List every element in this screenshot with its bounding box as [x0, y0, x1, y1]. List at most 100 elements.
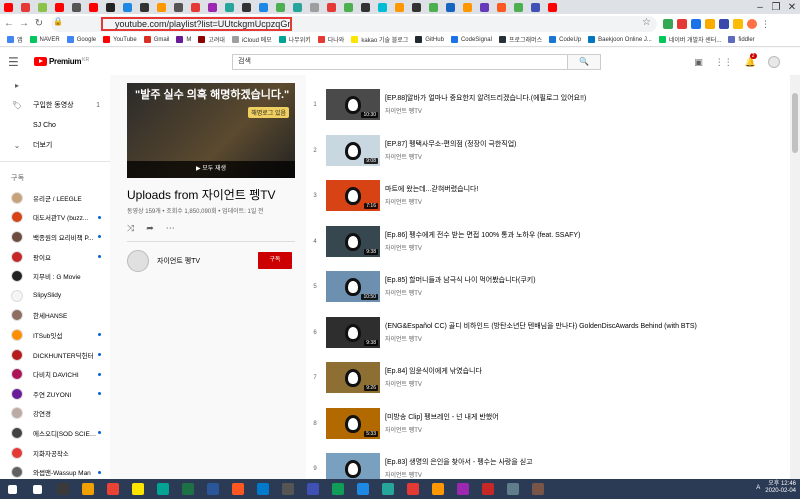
omnibox[interactable]: 🔒 youtube.com/playlist?list=UUtckgmUcpzq…	[51, 15, 657, 32]
taskbar-app-icon[interactable]	[400, 479, 425, 499]
bookmark-item[interactable]: YouTube	[103, 36, 137, 43]
subscription-item[interactable]: DICKHUNTER딕헌터	[0, 345, 110, 365]
video-title[interactable]: [Ep.83] 생명의 은인을 찾아서 - 펭수는 사랑을 싣고	[385, 457, 785, 467]
playlist-video-row[interactable]: 7 9:26 [Ep.84] 임윤식이에게 낚였습니다 자이언트 펭TV	[306, 358, 790, 403]
taskbar-app-icon[interactable]	[75, 479, 100, 499]
browser-tab[interactable]	[289, 0, 306, 14]
taskbar-app-icon[interactable]	[325, 479, 350, 499]
close-icon[interactable]: ✕	[784, 2, 800, 13]
bookmark-star-icon[interactable]: ☆	[642, 17, 651, 28]
subscription-item[interactable]: 지화자공작소	[0, 443, 110, 463]
browser-tab[interactable]	[323, 0, 340, 14]
browser-tab[interactable]	[51, 0, 68, 14]
taskbar-app-icon[interactable]	[475, 479, 500, 499]
browser-tab[interactable]	[544, 0, 561, 14]
subscription-item[interactable]: 팡이요	[0, 247, 110, 267]
reload-icon[interactable]: ↻	[33, 18, 45, 29]
bookmark-item[interactable]: Baekjoon Online J...	[588, 36, 652, 43]
browser-tab[interactable]	[442, 0, 459, 14]
minimize-icon[interactable]: –	[752, 2, 768, 13]
extension-icon[interactable]	[677, 18, 687, 29]
profile-avatar-icon[interactable]	[747, 18, 757, 29]
bookmark-item[interactable]: Google	[66, 36, 96, 43]
browser-tab[interactable]	[459, 0, 476, 14]
url-field[interactable]: youtube.com/playlist?list=UUtckgmUcpzqGn…	[101, 16, 292, 31]
scrollbar-thumb[interactable]	[792, 93, 798, 153]
video-thumbnail[interactable]: 5:33	[326, 407, 380, 439]
create-video-icon[interactable]: ▣	[694, 57, 703, 68]
browser-tab[interactable]	[221, 0, 238, 14]
bookmark-item[interactable]: NAVER	[29, 36, 60, 43]
video-channel[interactable]: 자이언트 펭TV	[385, 379, 422, 388]
taskbar-app-icon[interactable]	[50, 479, 75, 499]
browser-tab[interactable]	[272, 0, 289, 14]
taskbar-app-icon[interactable]	[450, 479, 475, 499]
menu-dots-icon[interactable]: ⋮	[761, 19, 770, 29]
extension-icon[interactable]	[733, 18, 743, 29]
browser-tab[interactable]	[102, 0, 119, 14]
browser-tab[interactable]	[153, 0, 170, 14]
back-icon[interactable]: ←	[3, 18, 15, 29]
video-thumbnail[interactable]: 9:38	[326, 316, 380, 348]
browser-tab[interactable]	[136, 0, 153, 14]
browser-tab[interactable]	[306, 0, 323, 14]
browser-tab[interactable]	[238, 0, 255, 14]
subscription-item[interactable]: 백종원의 요리비책 P...	[0, 227, 110, 247]
extension-icon[interactable]	[663, 18, 673, 29]
bookmark-item[interactable]: 네이버 개발자 센터...	[658, 35, 721, 44]
video-thumbnail[interactable]: 7:16	[326, 180, 380, 211]
hamburger-menu-icon[interactable]: ☰	[8, 55, 28, 69]
video-title[interactable]: [EP.88]알바가 얼마나 중요한지 알려드리겠습니다.(에필로그 있어요!!…	[385, 93, 785, 103]
share-icon[interactable]: ➦	[146, 223, 154, 234]
video-title[interactable]: [Ep.85] 할머니들과 남극식 나이 먹어봤습니다(쿠키)	[385, 275, 785, 285]
search-input[interactable]: 검색	[232, 54, 568, 70]
browser-tab[interactable]	[34, 0, 51, 14]
video-thumbnail[interactable]: 9:26	[326, 362, 380, 393]
browser-tab[interactable]	[493, 0, 510, 14]
video-thumbnail[interactable]	[326, 453, 380, 479]
bookmark-item[interactable]: 나무위키	[278, 35, 311, 44]
owner-name[interactable]: 자이언트 펭TV	[157, 256, 200, 266]
browser-tab[interactable]	[170, 0, 187, 14]
video-title[interactable]: (ENG&Español CC) 골디 비하인드 (방탄소년단 텐배님을 만나다…	[385, 321, 785, 331]
scrollbar[interactable]	[790, 75, 800, 479]
video-title[interactable]: [Ep.86] 펭수에게 전수 받는 면접 100% 통과 노하우 (feat.…	[385, 230, 785, 240]
forward-icon[interactable]: →	[18, 18, 30, 29]
bookmark-item[interactable]: 프로그래머스	[498, 35, 542, 44]
browser-tab[interactable]	[340, 0, 357, 14]
browser-tab[interactable]	[391, 0, 408, 14]
play-all-button[interactable]: ▶ 모두 재생	[127, 161, 295, 178]
shuffle-icon[interactable]: ⤨	[127, 223, 134, 234]
browser-tab[interactable]	[68, 0, 85, 14]
bookmark-item[interactable]: CodeSignal	[450, 36, 492, 43]
video-channel[interactable]: 자이언트 펭TV	[385, 152, 422, 161]
browser-tab[interactable]	[17, 0, 34, 14]
sidebar-item[interactable]: ⌄ 더보기	[0, 135, 110, 155]
youtube-logo[interactable]: Premium KR	[34, 57, 89, 66]
browser-tab[interactable]	[425, 0, 442, 14]
playlist-video-row[interactable]: 5 10:50 [Ep.85] 할머니들과 남극식 나이 먹어봤습니다(쿠키) 자이언…	[306, 267, 790, 312]
bookmark-item[interactable]: fiddler	[728, 36, 755, 43]
windows-start-icon[interactable]	[0, 479, 25, 499]
video-thumbnail[interactable]: 9:38	[326, 225, 380, 257]
taskbar-app-icon[interactable]	[175, 479, 200, 499]
sidebar-item[interactable]: 🏷 구입한 동영상 1	[0, 95, 110, 115]
browser-tab[interactable]	[408, 0, 425, 14]
bookmark-item[interactable]: GitHub	[415, 36, 444, 43]
video-title[interactable]: [Ep.84] 임윤식이에게 낚였습니다	[385, 366, 785, 376]
browser-tab[interactable]	[374, 0, 391, 14]
subscription-item[interactable]: 강연경	[0, 404, 110, 424]
video-thumbnail[interactable]: 9:08	[326, 134, 380, 166]
taskbar-app-icon[interactable]	[125, 479, 150, 499]
playlist-video-row[interactable]: 9 [Ep.83] 생명의 은인을 찾아서 - 펭수는 사랑을 싣고 자이언트 펭T…	[306, 449, 790, 479]
playlist-video-row[interactable]: 1 10:30 [EP.88]알바가 얼마나 중요한지 알려드리겠습니다.(에필로그…	[306, 85, 790, 130]
subscription-item[interactable]: 다비치 DAVICHI	[0, 364, 110, 384]
subscription-item[interactable]: 에스오디[SOD SCIEN...	[0, 423, 110, 443]
bookmark-item[interactable]: M	[176, 36, 191, 43]
browser-tab[interactable]	[476, 0, 493, 14]
playlist-thumbnail[interactable]: "발주 실수 의혹 해명하겠습니다." 해명로그 있음 ▶ 모두 재생	[127, 83, 295, 178]
browser-tab[interactable]	[85, 0, 102, 14]
subscription-item[interactable]: 유리군 / LEEGLE	[0, 188, 110, 208]
playlist-video-row[interactable]: 3 7:16 마트에 왔는데...갇혀버렸습니다! 자이언트 펭TV	[306, 176, 790, 221]
taskbar-app-icon[interactable]	[375, 479, 400, 499]
